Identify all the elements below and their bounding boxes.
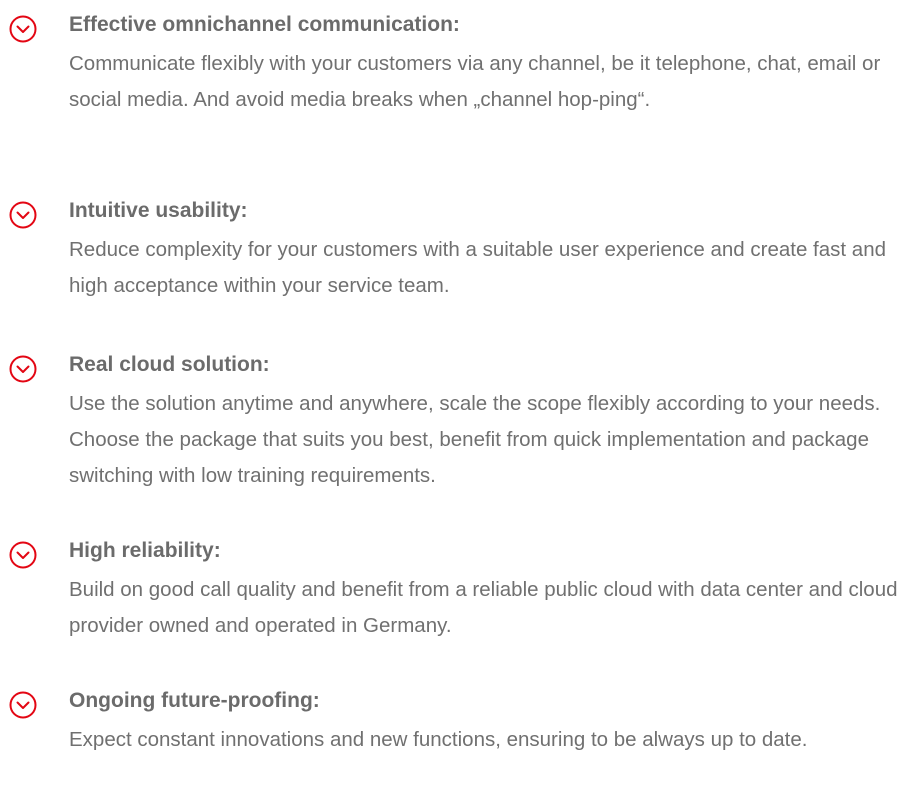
feature-description: Build on good call quality and benefit f… bbox=[69, 578, 898, 637]
chevron-down-circle-icon[interactable] bbox=[9, 541, 37, 569]
feature-description: Communicate flexibly with your customers… bbox=[69, 52, 881, 111]
feature-title: Ongoing future-proofing: bbox=[69, 689, 320, 712]
chevron-down-circle-icon[interactable] bbox=[9, 355, 37, 383]
feature-description: Expect constant innovations and new func… bbox=[69, 728, 808, 751]
feature-title: Real cloud solution: bbox=[69, 353, 270, 376]
feature-title: Effective omnichannel communication: bbox=[69, 13, 460, 36]
chevron-down-circle-icon[interactable] bbox=[9, 15, 37, 43]
chevron-down-circle-icon[interactable] bbox=[9, 201, 37, 229]
feature-title: High reliability: bbox=[69, 539, 221, 562]
feature-title: Intuitive usability: bbox=[69, 199, 248, 222]
chevron-down-circle-icon[interactable] bbox=[9, 691, 37, 719]
feature-description: Use the solution anytime and anywhere, s… bbox=[69, 392, 881, 487]
feature-description: Reduce complexity for your customers wit… bbox=[69, 238, 886, 297]
